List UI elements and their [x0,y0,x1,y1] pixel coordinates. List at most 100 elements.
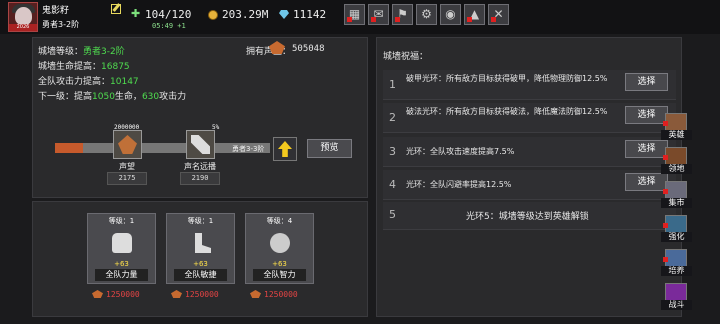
battle-button[interactable]: ✕ [488,4,509,25]
card-name: 全队力量 [95,269,148,281]
sidebar-item-0[interactable]: 英雄 [661,113,692,141]
milestone-1-name: 声望 [119,162,135,171]
next-level-row: 下一级：提高1050生命，630攻击力 [38,89,186,102]
milestone-2-name: 声名远播 [184,162,216,171]
wall-level-value: 勇者3-2阶 [83,47,125,57]
next-hp-value: 1050 [92,92,115,102]
select-button-1[interactable]: 选择 [625,73,668,91]
shop-button[interactable]: ▦ [344,4,365,25]
notification-dot [371,17,376,22]
settings-button[interactable]: ⚙ [416,4,437,25]
sidebar-item-4[interactable]: 培养 [661,249,692,277]
player-name: 鬼影籽 [42,6,70,16]
tasks-button[interactable]: ⚑ [392,4,413,25]
progress-fill [55,143,83,153]
sidebar-item-3[interactable]: 强化 [661,215,692,243]
sidebar-item-label: 英雄 [661,130,692,140]
notification-dot [395,17,400,22]
card-name: 全队敏捷 [174,269,227,281]
row-text: 破法光环：所有敌方目标获得破法，降低魔法防御12.5% [406,107,608,116]
wall-level-label: 城墙等级： [38,47,84,57]
blessing-row-5-locked: 5 光环5：城墙等级达到英雄解锁 [383,202,676,230]
row-number: 4 [389,178,396,191]
notification-dot [467,17,472,22]
stamina-icon: ✚ [131,7,141,20]
player-avatar[interactable]: 2026 [8,2,38,32]
next-suffix: 攻击力 [159,92,187,102]
blessing-title: 城墙祝福： [383,52,429,62]
select-button-3[interactable]: 选择 [625,140,668,158]
upgrade-wall-button[interactable] [273,137,297,161]
notification-dot [663,155,668,160]
card-level: 等级：1 [108,217,135,225]
row-text: 光环5：城墙等级达到英雄解锁 [466,212,589,222]
blessing-row-1: 1 破甲光环：所有敌方目标获得破甲，降低物理防御12.5% 选择 [383,70,676,100]
card-level: 等级：4 [266,217,293,225]
mail-button[interactable]: ✉ [368,4,389,25]
fame-icon [118,135,137,154]
wall-atk-row: 全队攻击力提高：10147 [38,74,139,87]
edit-icon[interactable] [111,4,121,14]
milestone-2-value: 2190 [180,172,220,185]
wall-atk-value: 10147 [110,77,139,87]
wall-hp-value: 16875 [101,62,130,72]
preview-button[interactable]: 预览 [307,139,352,158]
next-atk-value: 630 [141,92,160,102]
select-button-2[interactable]: 选择 [625,106,668,124]
gem-value: 11142 [293,8,327,21]
upgrade-card-strength[interactable]: 等级：1 +63 全队力量 [87,213,156,284]
card-bonus: +63 [114,260,129,268]
next-mid: 生命， [114,92,142,102]
upgrade-card-intelligence[interactable]: 等级：4 +63 全队智力 [245,213,314,284]
brain-icon [270,233,290,253]
events-button[interactable]: ◉ [440,4,461,25]
notification-dot [663,121,668,126]
sidebar-item-label: 战斗 [661,300,692,310]
sidebar-item-label: 培养 [661,266,692,276]
gem-icon [279,10,289,19]
fist-icon [112,233,132,253]
notification-dot [347,17,352,22]
card-bonus: +63 [193,260,208,268]
wall-level-row: 城墙等级：勇者3-2阶 [38,44,125,57]
sidebar-item-5[interactable]: 战斗 [661,283,692,311]
sidebar-item-label: 强化 [661,232,692,242]
settings-icon: ⚙ [421,7,432,21]
notification-dot [491,17,496,22]
row-text: 破甲光环：所有敌方目标获得破甲，降低物理防御12.5% [406,74,608,83]
fame-value: 505048 [292,44,325,54]
wall-hp-label: 城墙生命提高： [38,62,102,72]
player-title: 勇者3-2阶 [42,20,80,29]
wall-hp-row: 城墙生命提高：16875 [38,59,130,72]
row-number: 1 [389,78,396,91]
upgrade-card-agility[interactable]: 等级：1 +63 全队敏捷 [166,213,235,284]
blessing-row-3: 3 光环：全队攻击速度提高7.5% 选择 [383,137,676,167]
card-bonus: +63 [272,260,287,268]
blessing-row-4: 4 光环：全队闪避率提高12.5% 选择 [383,170,676,200]
stamina-timer: 05:49 +1 [152,22,186,30]
agility-cost: 1250000 [185,290,219,299]
strength-cost: 1250000 [106,290,140,299]
milestone-2-icon[interactable] [186,130,215,159]
row-number: 2 [389,111,396,124]
target-level: 勇者3-3阶 [232,145,265,153]
milestone-1-value: 2175 [107,172,147,185]
select-button-4[interactable]: 选择 [625,173,668,191]
events-icon: ◉ [445,7,456,21]
row-number: 3 [389,145,396,158]
next-prefix: 下一级：提高 [38,92,93,102]
sidebar-item-2[interactable]: 集市 [661,181,692,209]
notification-dot [663,257,668,262]
row-text: 光环：全队闪避率提高12.5% [406,180,512,189]
sidebar-item-1[interactable]: 领地 [661,147,692,175]
card-level: 等级：1 [187,217,214,225]
rank-button[interactable]: ▲ [464,4,485,25]
arrow-up-icon [278,141,292,157]
gold-value: 203.29M [222,8,269,21]
sidebar-item-label: 领地 [661,164,692,174]
blessing-row-2: 2 破法光环：所有敌方目标获得破法，降低魔法防御12.5% 选择 [383,103,676,133]
notification-dot [663,189,668,194]
foot-icon [195,233,211,253]
milestone-1-icon[interactable] [113,130,142,159]
wall-atk-label: 全队攻击力提高： [38,77,111,87]
